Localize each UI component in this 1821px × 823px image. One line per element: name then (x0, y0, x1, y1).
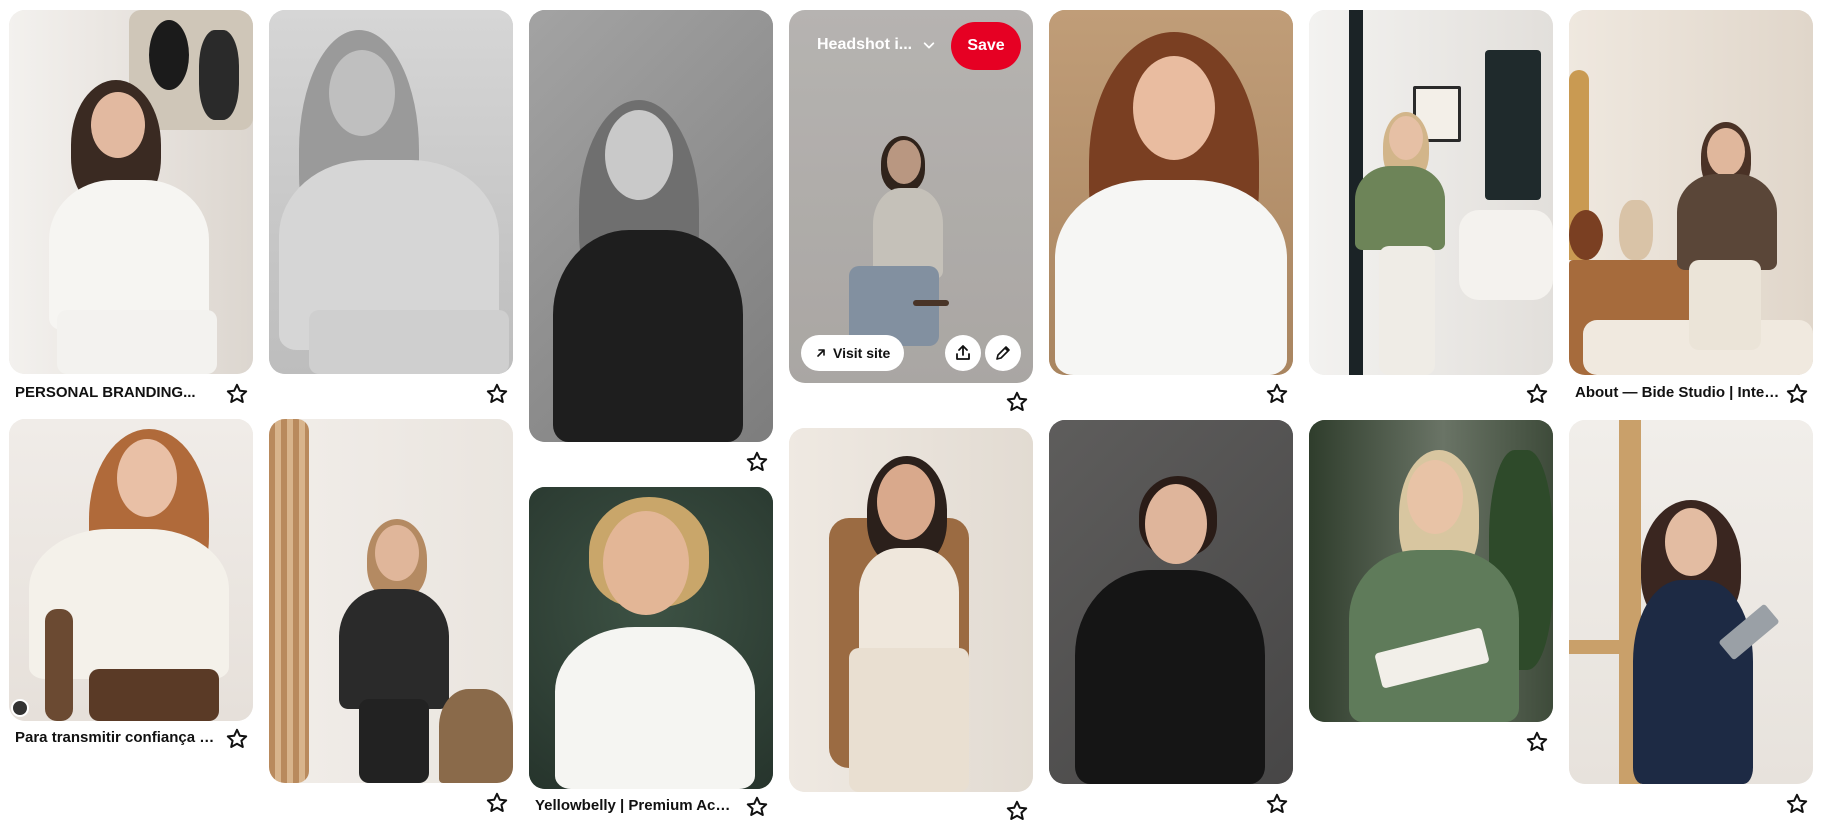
pin-image[interactable] (1309, 10, 1553, 375)
star-icon[interactable] (745, 450, 769, 474)
share-button[interactable] (945, 335, 981, 371)
pin-card-hovered[interactable]: Headshot i... Save Visit site (789, 10, 1033, 412)
pin-image[interactable] (529, 10, 773, 442)
pin-image[interactable]: Headshot i... Save Visit site (789, 10, 1033, 383)
star-icon[interactable] (1265, 382, 1289, 406)
star-icon[interactable] (1785, 792, 1809, 816)
pin-image[interactable] (1309, 420, 1553, 722)
pin-card[interactable] (269, 10, 513, 405)
pin-card[interactable] (1309, 420, 1553, 760)
pin-image[interactable] (1049, 10, 1293, 375)
pin-caption[interactable]: PERSONAL BRANDING... (15, 384, 215, 401)
pin-image[interactable] (269, 10, 513, 374)
pin-card[interactable] (529, 10, 773, 480)
pin-image[interactable] (9, 419, 253, 721)
pin-card[interactable]: Para transmitir confiança e... (9, 419, 253, 754)
star-icon[interactable] (485, 791, 509, 815)
visit-site-label: Visit site (833, 345, 891, 361)
pin-caption[interactable]: Yellowbelly | Premium Actor... (535, 797, 735, 814)
pin-image[interactable] (1049, 420, 1293, 784)
star-icon[interactable] (745, 795, 769, 819)
edit-button[interactable] (985, 335, 1021, 371)
pin-card[interactable]: Yellowbelly | Premium Actor... (529, 487, 773, 817)
arrow-up-right-icon (817, 349, 825, 357)
star-icon[interactable] (1525, 730, 1549, 754)
edit-pencil-icon (996, 346, 1010, 360)
pin-card[interactable] (269, 419, 513, 817)
pin-image[interactable] (9, 10, 253, 374)
pin-card[interactable]: PERSONAL BRANDING... (9, 10, 253, 405)
pin-card[interactable] (1049, 420, 1293, 817)
visit-site-button[interactable]: Visit site (801, 335, 905, 371)
pin-card[interactable] (1049, 10, 1293, 405)
star-icon[interactable] (1525, 382, 1549, 406)
pin-image[interactable] (529, 487, 773, 789)
save-button[interactable]: Save (951, 22, 1021, 70)
star-icon[interactable] (1005, 799, 1029, 823)
pin-image[interactable] (789, 428, 1033, 792)
star-icon[interactable] (1005, 390, 1029, 414)
pin-card[interactable]: About — Bide Studio | Interio... (1569, 10, 1813, 405)
star-icon[interactable] (225, 382, 249, 406)
pin-card[interactable] (1309, 10, 1553, 405)
star-icon[interactable] (1785, 382, 1809, 406)
star-icon[interactable] (1265, 792, 1289, 816)
pin-caption[interactable]: Para transmitir confiança e... (15, 729, 215, 746)
chevron-down-icon (923, 42, 935, 49)
avatar-icon (11, 699, 29, 717)
pin-image[interactable] (1569, 420, 1813, 784)
pin-card[interactable] (1569, 420, 1813, 817)
board-select[interactable]: Headshot i... (817, 36, 936, 54)
pin-caption[interactable]: About — Bide Studio | Interio... (1575, 384, 1781, 401)
star-icon[interactable] (225, 727, 249, 751)
share-icon (956, 345, 970, 360)
pin-image[interactable] (1569, 10, 1813, 375)
board-label: Headshot i... (817, 36, 913, 53)
pin-image[interactable] (269, 419, 513, 783)
pin-card[interactable] (789, 428, 1033, 820)
pin-grid: PERSONAL BRANDING... Para transmitir con… (0, 0, 1821, 820)
star-icon[interactable] (485, 382, 509, 406)
